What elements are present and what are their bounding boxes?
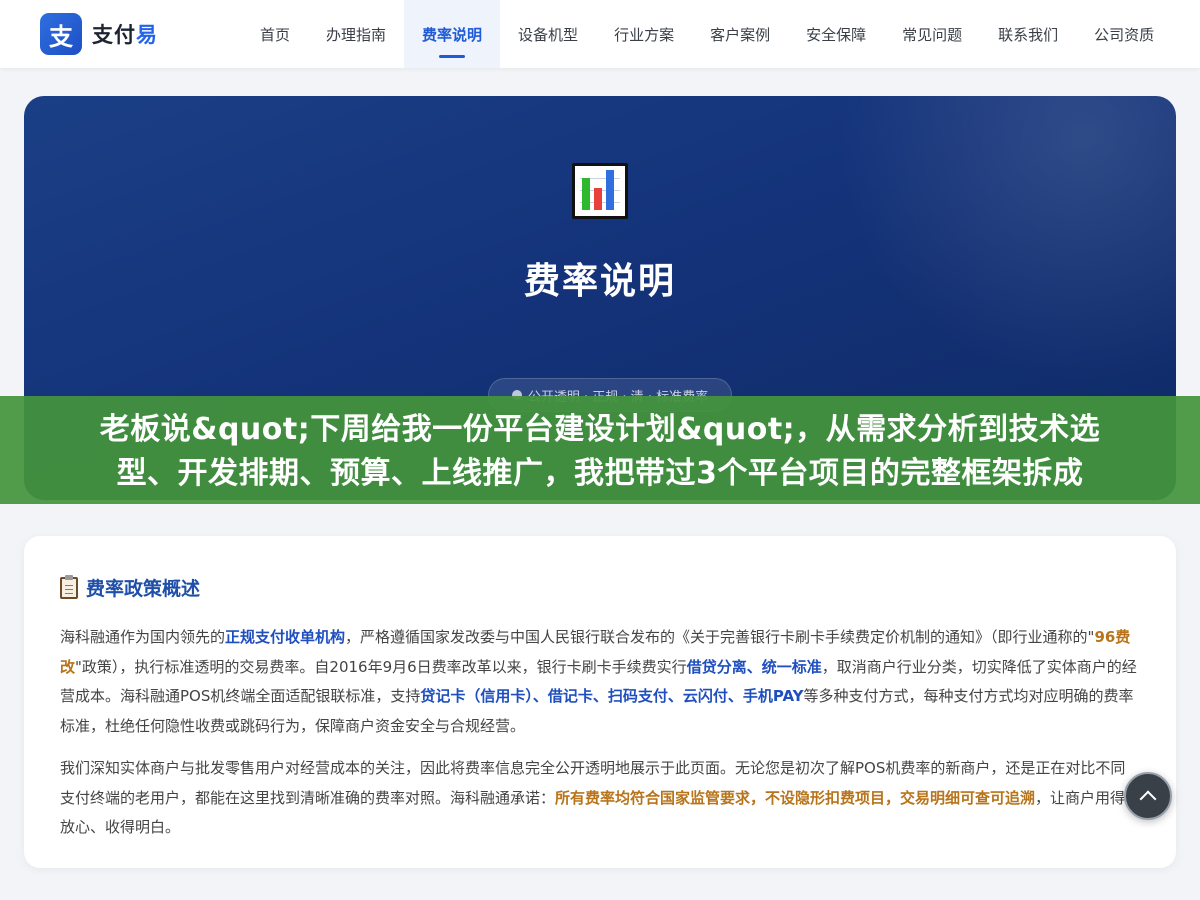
overlay-banner[interactable]: 老板说&quot;下周给我一份平台建设计划&quot;，从需求分析到技术选 型、… [0, 396, 1200, 504]
text-segment: "政策），执行标准透明的交易费率。自2016年9月6日费率改革以来，银行卡刷卡手… [75, 657, 687, 676]
nav-item-contact[interactable]: 联系我们 [980, 0, 1076, 68]
nav-item-guide[interactable]: 办理指南 [308, 0, 404, 68]
logo-name-main: 支付 [92, 23, 136, 47]
clipboard-icon [60, 574, 78, 599]
nav-item-home[interactable]: 首页 [242, 0, 308, 68]
back-to-top-button[interactable] [1124, 772, 1172, 820]
logo-name-accent: 易 [136, 23, 158, 47]
banner-line-2: 型、开发排期、预算、上线推广，我把带过3个平台项目的完整框架拆成 [116, 456, 1084, 491]
highlight-text: 借贷分离、统一标准 [686, 657, 822, 676]
chart-icon-bar [582, 178, 590, 210]
nav-item-devices[interactable]: 设备机型 [500, 0, 596, 68]
chart-icon-bar [606, 170, 614, 210]
text-segment: ，严格遵循国家发改委与中国人民银行联合发布的《关于完善银行卡刷卡手续费定价机制的… [345, 628, 1095, 646]
chart-icon-bar [594, 188, 602, 210]
chevron-up-icon [1139, 790, 1157, 808]
text-segment: 海科融通作为国内领先的 [60, 628, 226, 646]
nav-item-rates[interactable]: 费率说明 [404, 0, 501, 68]
policy-paragraph-2: 我们深知实体商户与批发零售用户对经营成本的关注，因此将费率信息完全公开透明地展示… [60, 754, 1140, 843]
site-header: 支 支付易 首页 办理指南 费率说明 设备机型 行业方案 客户案例 安全保障 常… [0, 0, 1200, 68]
rate-policy-card: 费率政策概述 海科融通作为国内领先的正规支付收单机构，严格遵循国家发改委与中国人… [24, 536, 1176, 868]
banner-line-1: 老板说&quot;下周给我一份平台建设计划&quot;，从需求分析到技术选 [99, 412, 1101, 447]
highlight-text: 所有费率均符合国家监管要求，不设隐形扣费项目，交易明细可查可追溯 [555, 788, 1036, 807]
site-logo[interactable]: 支 支付易 [40, 13, 158, 55]
nav-item-faq[interactable]: 常见问题 [884, 0, 980, 68]
policy-paragraph-1: 海科融通作为国内领先的正规支付收单机构，严格遵循国家发改委与中国人民银行联合发布… [60, 623, 1140, 741]
highlight-text: 贷记卡（信用卡）、借记卡、扫码支付、云闪付、手机PAY [420, 687, 804, 705]
highlight-text: 正规支付收单机构 [225, 628, 346, 646]
logo-mark: 支 [40, 13, 82, 55]
page-title: 费率说明 [523, 261, 676, 302]
nav-item-security[interactable]: 安全保障 [788, 0, 884, 68]
nav-item-cases[interactable]: 客户案例 [692, 0, 788, 68]
section-title-text: 费率政策概述 [86, 578, 201, 600]
bar-chart-icon [572, 163, 628, 219]
nav-item-solutions[interactable]: 行业方案 [596, 0, 692, 68]
nav-item-qualifications[interactable]: 公司资质 [1076, 0, 1172, 68]
main-nav: 首页 办理指南 费率说明 设备机型 行业方案 客户案例 安全保障 常见问题 联系… [242, 0, 1172, 68]
logo-text: 支付易 [92, 19, 158, 49]
section-title: 费率政策概述 [60, 574, 1140, 601]
